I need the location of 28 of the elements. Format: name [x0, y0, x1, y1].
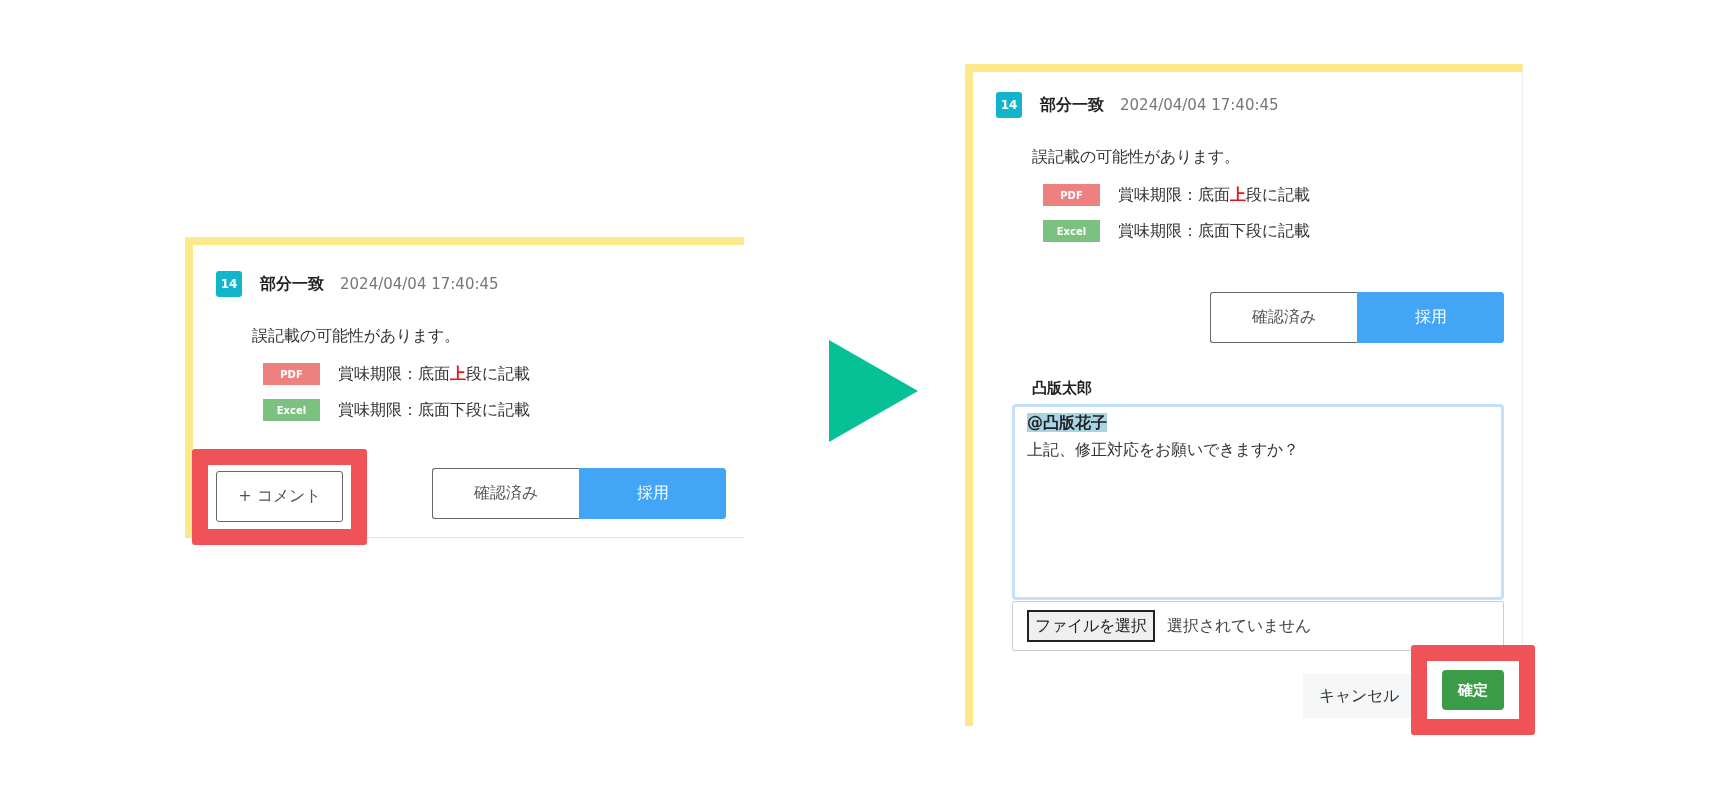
comment-field[interactable]: @凸版花子 上記、修正対応をお願いできますか？	[1012, 404, 1504, 600]
warning-message: 誤記載の可能性があります。	[252, 326, 461, 347]
source-tag: Excel	[1043, 220, 1100, 242]
toggle-option[interactable]: 確認済み	[432, 467, 579, 519]
number-badge: 14	[216, 271, 242, 297]
author-name: 凸版太郎	[1032, 379, 1093, 398]
comment-text: 上記、修正対応をお願いできますか？	[1027, 440, 1300, 461]
source-tag: PDF	[263, 363, 320, 385]
source-text: 賞味期限：底面上段に記載	[1118, 184, 1310, 206]
add-comment-button[interactable]: + コメント	[216, 471, 343, 522]
mention-tag: @凸版花子	[1027, 413, 1107, 432]
source-tag: Excel	[263, 399, 320, 421]
toggle-option[interactable]: 確認済み	[1210, 292, 1357, 343]
match-status: 部分一致	[260, 273, 324, 295]
match-status: 部分一致	[1040, 94, 1104, 116]
timestamp: 2024/04/04 17:40:45	[340, 275, 499, 293]
triangle-arrow-icon	[829, 340, 918, 442]
source-text: 賞味期限：底面下段に記載	[1118, 220, 1310, 242]
source-tag: PDF	[1043, 184, 1100, 206]
confirm-button[interactable]: 確定	[1442, 670, 1504, 710]
timestamp: 2024/04/04 17:40:45	[1120, 96, 1279, 114]
cancel-button[interactable]: キャンセル	[1303, 674, 1411, 718]
warning-message: 誤記載の可能性があります。	[1032, 147, 1241, 168]
choose-file-button[interactable]: ファイルを選択	[1027, 610, 1155, 642]
source-text: 賞味期限：底面下段に記載	[338, 399, 530, 421]
file-status: 選択されていません	[1167, 615, 1311, 637]
source-text: 賞味期限：底面上段に記載	[338, 363, 530, 385]
number-badge: 14	[996, 92, 1022, 118]
